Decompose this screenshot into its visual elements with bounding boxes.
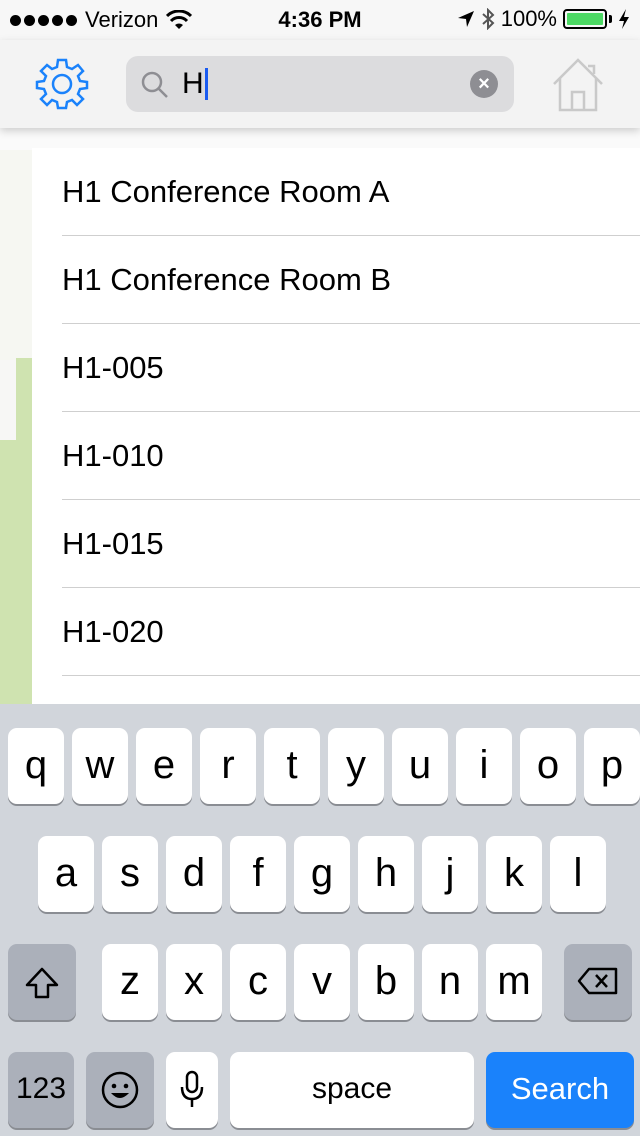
- result-label: H1-020: [62, 614, 164, 649]
- key-q[interactable]: q: [8, 728, 64, 804]
- map-park-area-lower: [0, 440, 32, 710]
- battery-level-fill: [567, 13, 603, 25]
- keyboard: q w e r t y u i o p a s d f g h j k l z x c v b n m 123 space Search: [0, 704, 640, 1136]
- status-bar: Verizon 4:36 PM 100%: [0, 0, 640, 40]
- home-icon[interactable]: [550, 54, 606, 114]
- key-u[interactable]: u: [392, 728, 448, 804]
- shift-arrow-icon: [25, 967, 59, 999]
- result-row[interactable]: H1 Conference Room B: [32, 236, 640, 324]
- result-row[interactable]: H1-005: [32, 324, 640, 412]
- key-m[interactable]: m: [486, 944, 542, 1020]
- map-strip: [0, 150, 32, 360]
- search-header: H ×: [0, 40, 640, 128]
- numbers-key[interactable]: 123: [8, 1052, 74, 1128]
- result-row[interactable]: H1 Conference Room A: [32, 148, 640, 236]
- result-row[interactable]: H1-020: [32, 588, 640, 676]
- location-arrow-icon: [457, 11, 474, 27]
- key-r[interactable]: r: [200, 728, 256, 804]
- key-y[interactable]: y: [328, 728, 384, 804]
- key-v[interactable]: v: [294, 944, 350, 1020]
- battery-cap: [609, 15, 612, 23]
- key-s[interactable]: s: [102, 836, 158, 912]
- key-j[interactable]: j: [422, 836, 478, 912]
- charging-bolt-icon: [619, 9, 629, 29]
- key-z[interactable]: z: [102, 944, 158, 1020]
- shift-key[interactable]: [8, 944, 76, 1020]
- key-e[interactable]: e: [136, 728, 192, 804]
- bluetooth-icon: [482, 8, 495, 30]
- key-c[interactable]: c: [230, 944, 286, 1020]
- row-divider: [62, 675, 640, 676]
- search-field[interactable]: H ×: [126, 56, 514, 112]
- key-g[interactable]: g: [294, 836, 350, 912]
- battery-icon: [563, 9, 607, 29]
- key-t[interactable]: t: [264, 728, 320, 804]
- map-background: [0, 128, 640, 150]
- key-n[interactable]: n: [422, 944, 478, 1020]
- key-f[interactable]: f: [230, 836, 286, 912]
- result-label: H1-005: [62, 350, 164, 385]
- result-label: H1-010: [62, 438, 164, 473]
- result-row[interactable]: H1-015: [32, 500, 640, 588]
- key-d[interactable]: d: [166, 836, 222, 912]
- key-w[interactable]: w: [72, 728, 128, 804]
- emoji-key[interactable]: [86, 1052, 154, 1128]
- result-row[interactable]: H1-010: [32, 412, 640, 500]
- search-results-list: H1 Conference Room A H1 Conference Room B…: [32, 148, 640, 704]
- clear-search-button[interactable]: ×: [470, 70, 498, 98]
- key-o[interactable]: o: [520, 728, 576, 804]
- search-key[interactable]: Search: [486, 1052, 634, 1128]
- backspace-icon: [577, 967, 618, 995]
- microphone-icon: [180, 1070, 204, 1107]
- dictation-key[interactable]: [166, 1052, 218, 1128]
- search-input: H: [182, 68, 208, 100]
- result-label: H1 Conference Room A: [62, 174, 390, 209]
- battery-percent: 100%: [500, 6, 557, 31]
- key-a[interactable]: a: [38, 836, 94, 912]
- text-cursor: [204, 68, 208, 100]
- key-i[interactable]: i: [456, 728, 512, 804]
- key-l[interactable]: l: [550, 836, 606, 912]
- emoji-icon: [101, 1071, 139, 1109]
- gear-icon[interactable]: [34, 56, 90, 112]
- key-k[interactable]: k: [486, 836, 542, 912]
- key-h[interactable]: h: [358, 836, 414, 912]
- result-label: H1-015: [62, 526, 164, 561]
- search-icon: [141, 71, 168, 98]
- key-p[interactable]: p: [584, 728, 640, 804]
- delete-key[interactable]: [564, 944, 632, 1020]
- result-label: H1 Conference Room B: [62, 262, 392, 297]
- key-b[interactable]: b: [358, 944, 414, 1020]
- map-park-area: [16, 358, 32, 442]
- key-x[interactable]: x: [166, 944, 222, 1020]
- space-key[interactable]: space: [230, 1052, 474, 1128]
